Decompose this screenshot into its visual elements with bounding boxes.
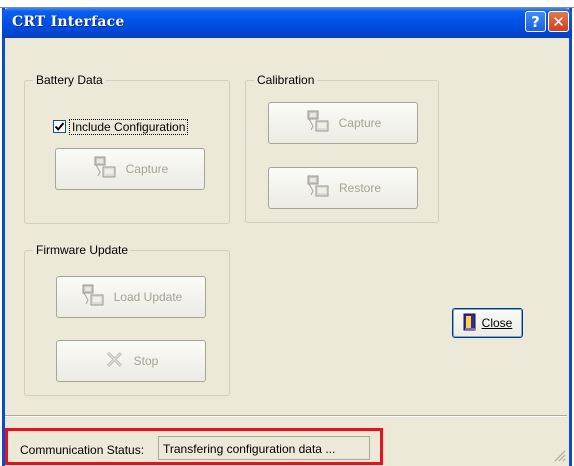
battery-capture-label: Capture [125, 162, 169, 176]
load-update-button[interactable]: Load Update [56, 276, 206, 318]
door-exit-icon [463, 313, 477, 334]
top-edge [0, 0, 574, 8]
stop-x-icon [104, 350, 126, 373]
firmware-update-group-label: Firmware Update [33, 243, 132, 257]
calibration-restore-label: Restore [338, 181, 382, 195]
device-restore-icon [305, 175, 331, 202]
calibration-capture-label: Capture [338, 116, 382, 130]
title-bar[interactable]: CRT Interface [2, 8, 572, 38]
resize-grip-icon[interactable] [552, 448, 566, 462]
close-button[interactable]: Close [452, 308, 523, 338]
load-update-label: Load Update [113, 290, 183, 304]
include-configuration-label[interactable]: Include Configuration [69, 119, 189, 135]
device-load-icon [80, 284, 106, 311]
battery-capture-button[interactable]: Capture [55, 148, 205, 190]
window-close-button[interactable]: ✕ [548, 11, 569, 32]
calibration-restore-button[interactable]: Restore [268, 167, 418, 209]
checkmark-icon [54, 122, 65, 131]
include-configuration-checkbox[interactable] [53, 120, 66, 133]
stop-button[interactable]: Stop [56, 340, 206, 382]
highlight-box [5, 428, 383, 465]
device-capture-icon [305, 110, 331, 137]
calibration-group-label: Calibration [254, 73, 318, 87]
help-button[interactable]: ? [525, 11, 546, 32]
device-capture-icon [92, 156, 118, 183]
status-separator [5, 415, 567, 417]
battery-data-group-label: Battery Data [33, 73, 106, 87]
calibration-capture-button[interactable]: Capture [268, 102, 418, 144]
stop-label: Stop [133, 354, 159, 368]
window-title: CRT Interface [12, 14, 125, 30]
close-label: Close [481, 316, 513, 330]
